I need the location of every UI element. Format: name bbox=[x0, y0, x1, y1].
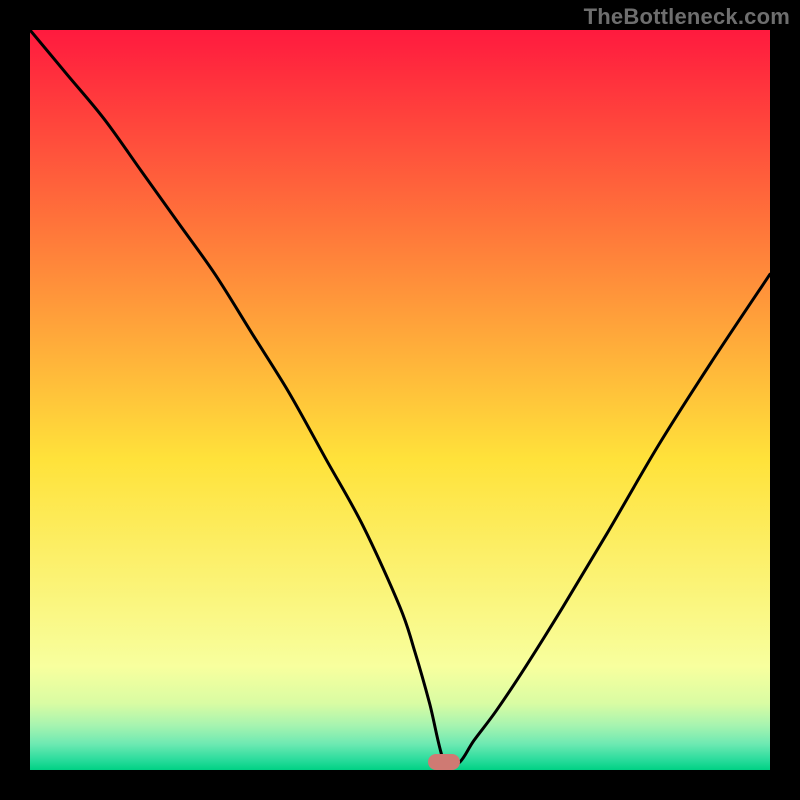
chart-stage: TheBottleneck.com bbox=[0, 0, 800, 800]
bottleneck-marker bbox=[428, 754, 460, 770]
curve-layer bbox=[30, 30, 770, 770]
bottleneck-curve bbox=[30, 30, 770, 768]
watermark-text: TheBottleneck.com bbox=[584, 4, 790, 30]
plot-area bbox=[30, 30, 770, 770]
